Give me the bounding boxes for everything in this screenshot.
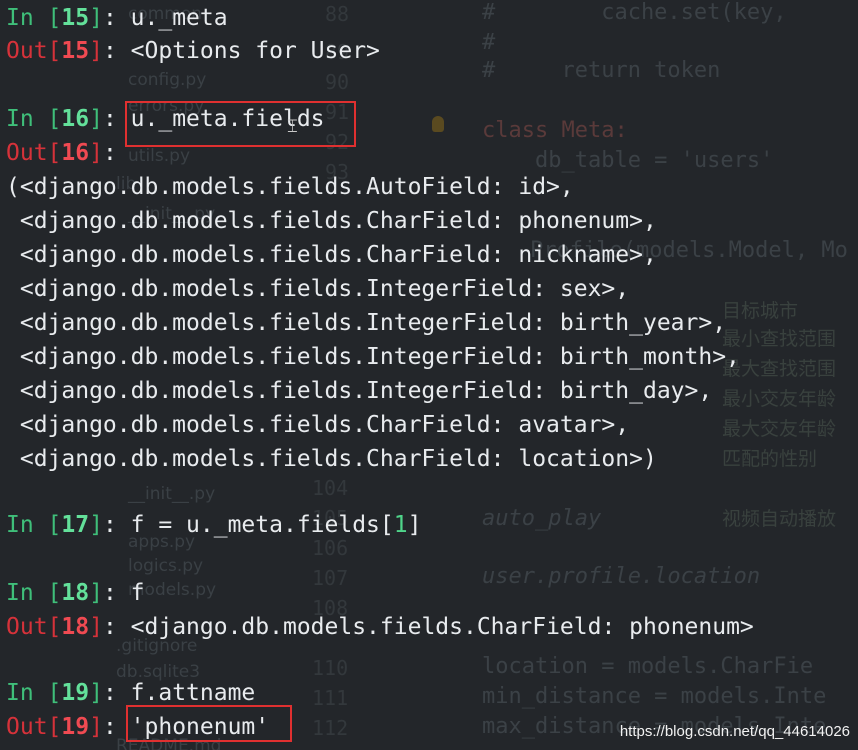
output-text: <Options for User>: [130, 38, 380, 64]
in-prompt: In [17]: [6, 512, 103, 538]
output-text: (<django.db.models.fields.AutoField: id>…: [6, 174, 574, 200]
highlight-box: [126, 705, 292, 742]
output-text: <django.db.models.fields.CharField: phon…: [130, 614, 754, 640]
in-prompt: In [15]: [6, 5, 103, 31]
in-prompt: In [19]: [6, 680, 103, 706]
output-text: <django.db.models.fields.IntegerField: b…: [6, 378, 713, 404]
input-code: f: [130, 580, 145, 606]
output-text: <django.db.models.fields.CharField: avat…: [6, 412, 630, 438]
output-line: Out[15]: <Options for User>: [6, 38, 380, 64]
output-text: <django.db.models.fields.IntegerField: s…: [6, 276, 630, 302]
output-text: <django.db.models.fields.IntegerField: b…: [6, 310, 727, 336]
input-line: In [19]: f.attname: [6, 680, 256, 706]
output-text: <django.db.models.fields.CharField: loca…: [6, 446, 657, 472]
ipython-terminal[interactable]: In [15]: u._meta Out[15]: <Options for U…: [0, 0, 858, 750]
input-code: f.attname: [130, 680, 256, 706]
out-prompt: Out[18]: [6, 614, 103, 640]
input-code: f = u._meta.fields[1]: [130, 512, 422, 538]
output-text: <django.db.models.fields.IntegerField: b…: [6, 344, 740, 370]
out-prompt: Out[16]: [6, 140, 103, 166]
i-beam-cursor-icon: ⌶: [287, 116, 298, 137]
in-prompt: In [16]: [6, 106, 103, 132]
in-prompt: In [18]: [6, 580, 103, 606]
input-line: In [17]: f = u._meta.fields[1]: [6, 512, 422, 538]
input-line: In [18]: f: [6, 580, 145, 606]
out-prompt: Out[19]: [6, 714, 103, 740]
input-line: In [15]: u._meta: [6, 5, 228, 31]
highlight-box: [125, 101, 356, 147]
output-text: <django.db.models.fields.CharField: nick…: [6, 242, 657, 268]
output-line: Out[16]:: [6, 140, 131, 166]
output-line: Out[18]: <django.db.models.fields.CharFi…: [6, 614, 754, 640]
input-code: u._meta: [130, 5, 228, 31]
out-prompt: Out[15]: [6, 38, 103, 64]
output-text: <django.db.models.fields.CharField: phon…: [6, 208, 657, 234]
watermark: https://blog.csdn.net/qq_44614026: [619, 723, 850, 740]
